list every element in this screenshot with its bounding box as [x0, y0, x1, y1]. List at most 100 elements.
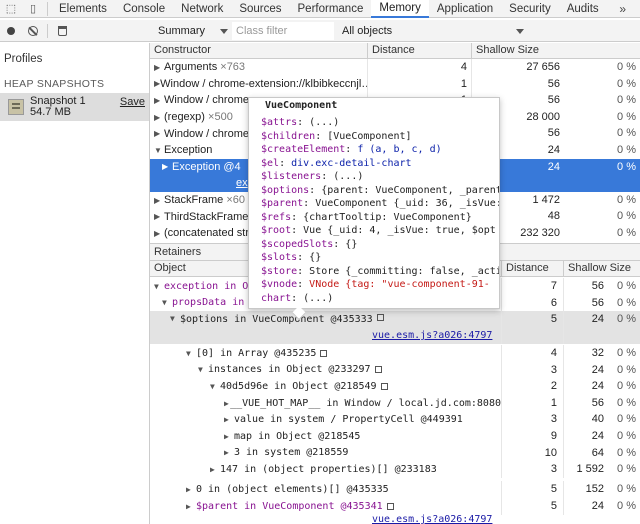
object-preview-popover: VueComponent $attrs: (...) $children: [V…	[248, 97, 500, 309]
popover-title: VueComponent	[265, 100, 338, 111]
col-distance[interactable]: Distance	[368, 43, 472, 59]
collapse-icon[interactable]: ▼	[210, 382, 220, 391]
expand-icon[interactable]: ▶	[224, 432, 234, 441]
col-distance[interactable]: Distance	[502, 261, 564, 277]
collapse-icon[interactable]: ▼	[198, 365, 208, 374]
expand-icon[interactable]: ▶	[154, 129, 164, 138]
expand-icon[interactable]: ▶	[224, 415, 234, 424]
col-constructor[interactable]: Constructor	[150, 43, 368, 59]
retainer-row[interactable]: ▶ $parent in VueComponent @435341 5 24 0 …	[150, 498, 640, 515]
source-link[interactable]: vue.esm.js?a026:4797	[372, 330, 492, 341]
inspect-element-icon[interactable]: ⬚	[0, 0, 22, 18]
tab-application[interactable]: Application	[429, 0, 501, 18]
popover-property: $children: [VueComponent]	[261, 130, 412, 142]
memory-toolbar: Summary Class filter All objects	[0, 20, 640, 42]
popover-property: $store: Store {_committing: false, _acti	[261, 265, 500, 277]
source-link[interactable]: vue.esm.js?a026:4797	[372, 514, 492, 524]
popover-property: $refs: {chartTooltip: VueComponent}	[261, 211, 472, 223]
record-icon	[7, 26, 15, 35]
popover-property: $attrs: (...)	[261, 117, 340, 128]
divider	[47, 1, 48, 16]
snapshot-icon	[8, 99, 24, 115]
expand-icon[interactable]: ▶	[154, 63, 164, 72]
collapse-icon[interactable]: ▼	[162, 298, 172, 307]
expand-icon[interactable]: ▶	[154, 196, 164, 205]
chevron-down-icon	[516, 28, 524, 34]
devtools-tabbar: ⬚ ▯ Elements Console Network Sources Per…	[0, 0, 640, 18]
expand-icon[interactable]: ▶	[154, 212, 164, 221]
retainer-row[interactable]: ▶ value in system / PropertyCell @449391 …	[150, 411, 640, 428]
profiles-label: Profiles	[4, 53, 43, 65]
objects-select[interactable]: All objects	[338, 22, 528, 40]
snapshot-size: 54.7 MB	[30, 106, 71, 118]
device-toolbar-icon[interactable]: ▯	[22, 0, 44, 18]
popover-property: $parent: VueComponent {_uid: 36, _isVue:	[261, 198, 500, 209]
devtools-window: ⬚ ▯ Elements Console Network Sources Per…	[0, 0, 640, 524]
snapshot-text: Snapshot 1 54.7 MB	[30, 96, 86, 118]
expand-icon[interactable]: ▶	[210, 465, 220, 474]
class-filter-input[interactable]: Class filter	[232, 22, 334, 40]
table-row[interactable]: ▶ Window / chrome-extension://klbibkeccnj…	[150, 75, 640, 93]
retainer-row[interactable]: ▼ 40d5d96e in Object @218549 2 24 0 %	[150, 378, 640, 395]
snapshot-item[interactable]: Snapshot 1 54.7 MB Save	[0, 93, 149, 121]
tab-memory[interactable]: Memory	[371, 0, 429, 18]
popover-property: $options: {parent: VueComponent, _parent…	[261, 184, 500, 196]
collapse-icon[interactable]: ▼	[154, 146, 164, 155]
profiles-sidebar: Profiles HEAP SNAPSHOTS Snapshot 1 54.7 …	[0, 43, 150, 524]
objects-select-value: All objects	[342, 25, 393, 37]
collapse-icon[interactable]: ▼	[170, 314, 180, 323]
reveal-icon[interactable]	[386, 502, 394, 510]
collapse-icon[interactable]: ▼	[186, 349, 196, 358]
expand-icon[interactable]: ▶	[162, 162, 172, 171]
trash-icon	[57, 25, 67, 36]
tab-console[interactable]: Console	[115, 0, 173, 18]
clear-button[interactable]	[22, 20, 44, 42]
tab-performance[interactable]: Performance	[290, 0, 372, 18]
expand-icon[interactable]: ▶	[186, 485, 196, 494]
record-button[interactable]	[0, 20, 22, 42]
view-select-value: Summary	[158, 25, 206, 37]
reveal-icon[interactable]	[374, 366, 382, 374]
reveal-icon[interactable]	[320, 349, 328, 357]
tab-elements[interactable]: Elements	[51, 0, 115, 18]
popover-property: $listeners: (...)	[261, 171, 364, 182]
tab-audits[interactable]: Audits	[559, 0, 607, 18]
retainer-row[interactable]: ▶ 3 in system @218559 10 64 0 %	[150, 444, 640, 462]
view-select[interactable]: Summary	[156, 22, 230, 40]
tab-network[interactable]: Network	[173, 0, 231, 18]
expand-icon[interactable]: ▶	[224, 448, 234, 457]
retainer-row[interactable]: ▼ [0] in Array @435235 4 32 0 %	[150, 345, 640, 362]
reveal-icon[interactable]	[376, 314, 384, 322]
heap-snapshots-header: HEAP SNAPSHOTS	[4, 78, 105, 90]
popover-property: $vnode: VNode {tag: "vue-component-91-	[261, 279, 490, 290]
retainer-row[interactable]: ▼ instances in Object @233297 3 24 0 %	[150, 361, 640, 379]
popover-property: $el: div.exc-detail-chart	[261, 157, 412, 169]
retainer-row[interactable]: ▶ 147 in (object properties)[] @233183 3 …	[150, 461, 640, 478]
retainer-row[interactable]: ▶ 0 in (object elements)[] @435335 5 152 …	[150, 481, 640, 498]
col-shallow-size[interactable]: Shallow Size	[472, 43, 640, 59]
collect-garbage-button[interactable]	[51, 20, 73, 42]
tab-sources[interactable]: Sources	[231, 0, 289, 18]
divider	[47, 23, 48, 38]
tabs-overflow-icon[interactable]: »	[619, 2, 640, 16]
popover-property: chart: (...)	[261, 292, 334, 304]
popover-property: $slots: {}	[261, 252, 322, 263]
retainer-row[interactable]: ▶ map in Object @218545 9 24 0 %	[150, 428, 640, 445]
tab-security[interactable]: Security	[501, 0, 559, 18]
table-row[interactable]: ▶ Arguments ×763 4 27 656 0 %	[150, 59, 640, 76]
expand-icon[interactable]: ▶	[154, 96, 164, 105]
popover-property: $scopedSlots: {}	[261, 238, 358, 250]
expand-icon[interactable]: ▶	[154, 229, 164, 238]
collapse-icon[interactable]: ▼	[154, 282, 164, 291]
retainer-row[interactable]: ▶ __VUE_HOT_MAP__ in Window / local.jd.co…	[150, 394, 640, 412]
popover-property: $root: Vue {_uid: 4, _isVue: true, $opt	[261, 225, 496, 236]
constructor-header: Constructor Distance Shallow Size	[150, 43, 640, 59]
chevron-down-icon	[220, 28, 228, 34]
save-button[interactable]: Save	[120, 96, 145, 108]
popover-property: $createElement: f (a, b, c, d)	[261, 144, 442, 155]
reveal-icon[interactable]	[380, 382, 388, 390]
expand-icon[interactable]: ▶	[154, 113, 164, 122]
clear-icon	[28, 25, 38, 36]
expand-icon[interactable]: ▶	[186, 502, 196, 511]
col-shallow-size[interactable]: Shallow Size	[564, 261, 640, 277]
